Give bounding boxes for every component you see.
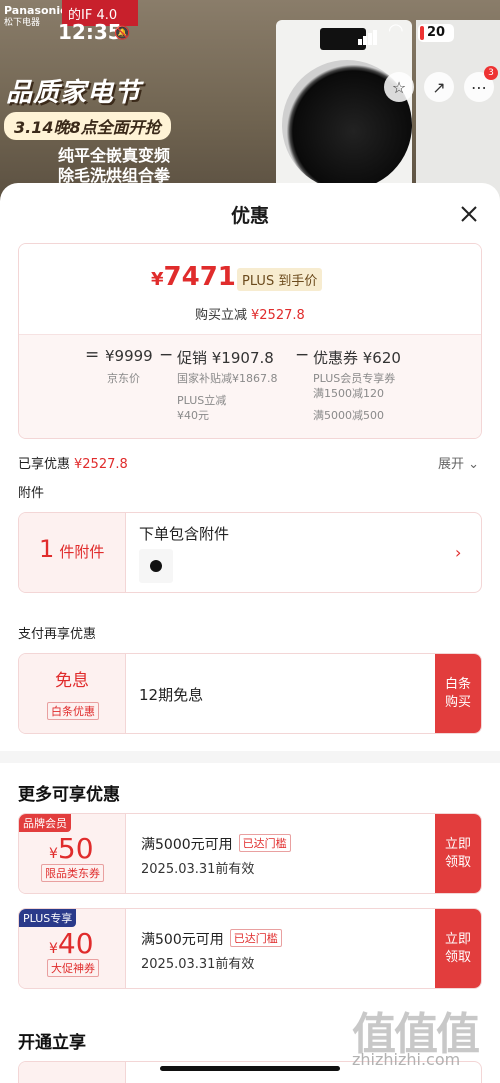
dryer-image <box>416 20 500 205</box>
minus-sign: − <box>159 345 174 365</box>
accessory-thumbnail <box>139 549 173 583</box>
accessory-count: 1 件附件 <box>39 535 105 563</box>
equals-sign: = <box>85 345 100 365</box>
interest-free-label: 免息 <box>55 671 89 691</box>
installment-title: 12期免息 <box>139 686 204 704</box>
more-icon[interactable]: ⋯ 3 <box>464 66 498 102</box>
installment-card[interactable]: 免息 白条优惠 12期免息 白条 购买 <box>18 653 482 734</box>
more-offers-title: 更多可享优惠 <box>18 785 120 805</box>
chevron-down-icon: ⌄ <box>468 457 480 472</box>
sheet-title: 优惠 <box>230 205 269 227</box>
coupon-note: PLUS会员专享券 <box>313 372 396 385</box>
claim-coupon-button[interactable]: 立即 领取 <box>435 814 481 893</box>
promo-amount: 促销 ¥1907.8 <box>177 349 274 367</box>
accessory-section-label: 附件 <box>18 486 45 501</box>
wifi-icon: ◠ <box>388 20 404 41</box>
claim-coupon-button[interactable]: 立即 领取 <box>435 909 481 988</box>
section-divider <box>0 751 500 763</box>
coupon-tag: 品牌会员 <box>19 814 71 832</box>
pay-section-label: 支付再享优惠 <box>18 627 97 642</box>
promo-headline: 品质家电节 <box>6 78 142 108</box>
accessory-card[interactable]: 1 件附件 下单包含附件 › <box>18 512 482 593</box>
coupon-card: 品牌会员 ¥50 限品类东券 满5000元可用 已达门槛 2025.03.31前有… <box>18 813 482 894</box>
base-price: ¥9999 <box>105 347 153 365</box>
coupon-expiry: 2025.03.31前有效 <box>141 957 255 972</box>
promo-time: 3.14晚8点全面开抢 <box>4 112 171 140</box>
coupon-card: PLUS专享 ¥40 大促神券 满500元可用 已达门槛 2025.03.31前有… <box>18 908 482 989</box>
minus-sign: − <box>295 345 310 365</box>
coupon-amount: 优惠券 ¥620 <box>313 349 401 367</box>
plus-price-tag: PLUS 到手价 <box>237 268 323 291</box>
enjoyed-discount: 已享优惠 ¥2527.8 <box>18 457 128 472</box>
coupon-value: ¥50 <box>49 832 94 865</box>
promo-note: PLUS立减 <box>177 394 227 407</box>
baitiao-tag: 白条优惠 <box>47 702 99 720</box>
discount-sheet: 优惠 ¥7471.2 PLUS 到手价 购买立减¥2527.8 = ¥9999 … <box>0 183 500 1083</box>
promo-note: ¥40元 <box>177 409 209 422</box>
signal-icon <box>358 26 378 45</box>
watermark-url: zhizhizhi.com <box>352 1050 461 1069</box>
total-reduction: 购买立减 ¥2527.8 <box>195 308 305 323</box>
mute-icon: 🔕 <box>114 26 131 41</box>
share-icon[interactable]: ↗ <box>424 72 454 102</box>
coupon-note: 满5000减500 <box>313 409 384 422</box>
open-enjoy-title: 开通立享 <box>18 1033 86 1053</box>
expand-toggle[interactable]: 展开 ⌄ <box>438 453 479 472</box>
coupon-expiry: 2025.03.31前有效 <box>141 862 255 877</box>
coupon-tag: PLUS专享 <box>19 909 77 927</box>
top-actions: ☆ ↗ ⋯ 3 <box>384 66 498 102</box>
status-time: 12:35 <box>58 20 122 44</box>
accessory-title: 下单包含附件 <box>139 525 230 543</box>
notification-badge: 3 <box>484 66 498 80</box>
chevron-right-icon: › <box>455 543 462 562</box>
coupon-note: 满1500减120 <box>313 387 384 400</box>
coupon-name: 大促神券 <box>47 959 99 977</box>
coupon-condition: 满5000元可用 已达门槛 <box>141 834 291 854</box>
price-formula: = ¥9999 京东价 − 促销 ¥1907.8 国家补贴减¥1867.8 PL… <box>19 334 481 438</box>
coupon-condition: 满500元可用 已达门槛 <box>141 929 282 949</box>
baitiao-buy-button[interactable]: 白条 购买 <box>435 654 481 733</box>
coupon-value: ¥40 <box>49 927 94 960</box>
home-indicator[interactable] <box>160 1066 340 1071</box>
close-icon[interactable] <box>458 203 480 225</box>
price-breakdown-card: ¥7471.2 PLUS 到手价 购买立减¥2527.8 = ¥9999 京东价… <box>18 243 482 439</box>
promo-subtitle: 纯平全嵌真变频 除毛洗烘组合拳 <box>58 146 171 185</box>
washer-image <box>276 20 412 205</box>
promo-note: 国家补贴减¥1867.8 <box>177 372 278 385</box>
base-price-label: 京东价 <box>107 372 140 385</box>
battery-icon: 20 <box>418 24 454 42</box>
star-icon[interactable]: ☆ <box>384 72 414 102</box>
coupon-name: 限品类东券 <box>41 864 104 882</box>
